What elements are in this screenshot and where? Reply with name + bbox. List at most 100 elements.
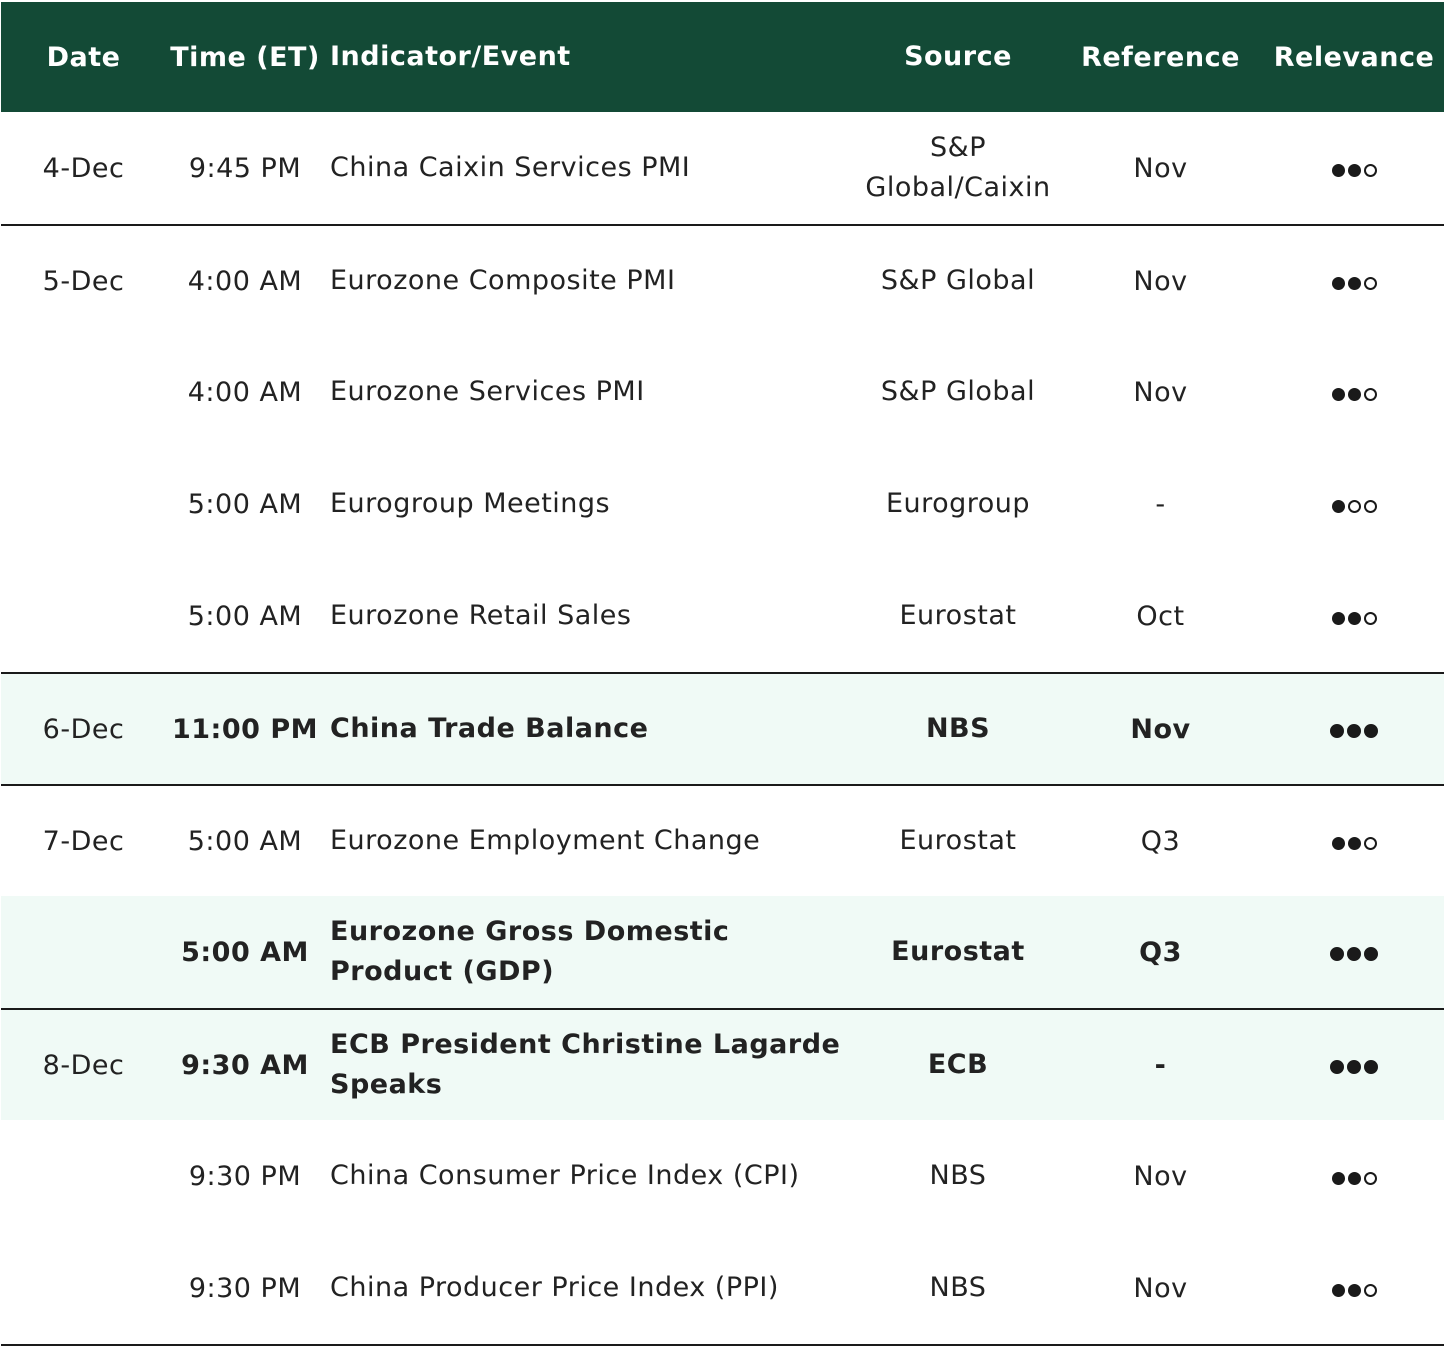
table-row: 9:30 PM China Consumer Price Index (CPI) N… — [1, 1120, 1444, 1232]
cell-indicator: Eurozone Composite PMI — [330, 265, 676, 296]
cell-reference: - — [1154, 1049, 1167, 1081]
cell-indicator: Eurozone Retail Sales — [330, 600, 632, 631]
empty-dot-icon — [1363, 1171, 1377, 1185]
cell-indicator: Eurozone Services PMI — [330, 376, 645, 407]
table-row: 5-Dec 4:00 AM Eurozone Composite PMI S&P Gl… — [1, 224, 1444, 336]
filled-dot-icon — [1347, 611, 1361, 625]
cell-source: Eurogroup — [885, 488, 1031, 519]
filled-dot-icon — [1347, 946, 1361, 961]
cell-reference: Nov — [1130, 713, 1191, 745]
header-indicator: Indicator/Event — [330, 41, 571, 72]
table-row: 8-Dec 9:30 AM ECB President Christine Laga… — [1, 1008, 1444, 1120]
cell-reference: Nov — [1133, 152, 1188, 184]
cell-indicator: ECB President Christine Lagarde Speaks — [330, 1029, 841, 1100]
cell-source: S&P Global — [880, 265, 1036, 296]
header-date: Date — [46, 41, 121, 73]
filled-dot-icon — [1347, 1283, 1361, 1297]
table-row: 5:00 AM Eurozone Retail Sales Eurostat Oct — [1, 560, 1444, 672]
cell-source: NBS — [925, 713, 991, 744]
empty-dot-icon — [1363, 1283, 1377, 1297]
cell-source: Eurostat — [891, 936, 1025, 967]
cell-time: 5:00 AM — [187, 488, 303, 520]
cell-indicator: Eurogroup Meetings — [330, 488, 611, 519]
cell-time: 9:30 PM — [188, 1160, 302, 1192]
cell-reference: Nov — [1133, 376, 1188, 408]
table-row: 9:30 PM China Producer Price Index (PPI) N… — [1, 1232, 1444, 1344]
header-reference: Reference — [1081, 41, 1240, 73]
table-row: 5:00 AM Eurogroup Meetings Eurogroup - — [1, 448, 1444, 560]
filled-dot-icon — [1347, 387, 1361, 401]
filled-dot-icon — [1331, 611, 1345, 625]
cell-reference: Q3 — [1140, 825, 1181, 857]
relevance-rating — [1331, 836, 1377, 850]
filled-dot-icon — [1331, 163, 1345, 177]
cell-relevance — [1264, 937, 1444, 968]
filled-dot-icon — [1364, 1059, 1378, 1074]
calendar-table: Date Time (ET) Indicator/Event Source Re… — [1, 2, 1444, 1346]
cell-reference: Q3 — [1139, 936, 1182, 968]
cell-indicator: China Consumer Price Index (CPI) — [330, 1160, 800, 1191]
cell-time: 5:00 AM — [181, 936, 309, 968]
filled-dot-icon — [1331, 276, 1345, 290]
cell-indicator: China Caixin Services PMI — [330, 152, 691, 183]
relevance-rating — [1330, 723, 1378, 738]
cell-date: 8-Dec — [42, 1049, 125, 1081]
cell-relevance — [1264, 601, 1444, 632]
filled-dot-icon — [1347, 836, 1361, 850]
filled-dot-icon — [1330, 946, 1344, 961]
cell-source: S&P Global/Caixin — [865, 132, 1051, 203]
cell-source: S&P Global — [880, 376, 1036, 407]
empty-dot-icon — [1363, 163, 1377, 177]
cell-relevance — [1264, 377, 1444, 408]
filled-dot-icon — [1330, 723, 1344, 738]
empty-dot-icon — [1347, 499, 1361, 513]
filled-dot-icon — [1347, 276, 1361, 290]
empty-dot-icon — [1363, 276, 1377, 290]
relevance-rating — [1331, 611, 1377, 625]
header-source: Source — [904, 41, 1012, 72]
cell-date: 4-Dec — [42, 152, 125, 184]
cell-relevance — [1264, 1273, 1444, 1304]
cell-relevance — [1264, 153, 1444, 184]
cell-relevance — [1264, 1050, 1444, 1081]
cell-date: 5-Dec — [42, 265, 125, 297]
relevance-rating — [1331, 1171, 1377, 1185]
cell-indicator: China Trade Balance — [330, 713, 649, 744]
cell-date: 7-Dec — [42, 825, 125, 857]
cell-relevance — [1264, 826, 1444, 857]
cell-indicator: China Producer Price Index (PPI) — [330, 1272, 779, 1303]
cell-time: 9:30 AM — [181, 1049, 309, 1081]
empty-dot-icon — [1363, 387, 1377, 401]
relevance-rating — [1331, 276, 1377, 290]
table-row: 6-Dec 11:00 PM China Trade Balance NBS Nov — [1, 672, 1444, 784]
table-row: 7-Dec 5:00 AM Eurozone Employment Change Eu… — [1, 784, 1444, 896]
cell-reference: Nov — [1133, 1160, 1188, 1192]
cell-relevance — [1264, 489, 1444, 520]
cell-relevance — [1264, 714, 1444, 745]
empty-dot-icon — [1363, 499, 1377, 513]
filled-dot-icon — [1331, 836, 1345, 850]
cell-relevance — [1264, 1161, 1444, 1192]
cell-source: ECB — [927, 1049, 989, 1080]
filled-dot-icon — [1347, 1059, 1361, 1074]
cell-time: 4:00 AM — [187, 376, 303, 408]
table-row: 5:00 AM Eurozone Gross Domestic Product (… — [1, 896, 1444, 1008]
filled-dot-icon — [1331, 1171, 1345, 1185]
table-row: 4-Dec 9:45 PM China Caixin Services PMI S&P… — [1, 112, 1444, 224]
cell-date: 6-Dec — [42, 713, 125, 745]
cell-source: NBS — [929, 1272, 987, 1303]
relevance-rating — [1331, 387, 1377, 401]
header-time: Time (ET) — [170, 41, 320, 73]
filled-dot-icon — [1347, 1171, 1361, 1185]
relevance-rating — [1331, 163, 1377, 177]
header-relevance: Relevance — [1273, 41, 1435, 73]
cell-time: 4:00 AM — [187, 265, 303, 297]
cell-reference: Oct — [1136, 600, 1185, 632]
filled-dot-icon — [1331, 1283, 1345, 1297]
relevance-rating — [1330, 1059, 1378, 1074]
cell-source: NBS — [929, 1160, 987, 1191]
cell-time: 5:00 AM — [187, 825, 303, 857]
cell-reference: Nov — [1133, 1272, 1188, 1304]
empty-dot-icon — [1363, 836, 1377, 850]
cell-time: 9:45 PM — [188, 152, 302, 184]
